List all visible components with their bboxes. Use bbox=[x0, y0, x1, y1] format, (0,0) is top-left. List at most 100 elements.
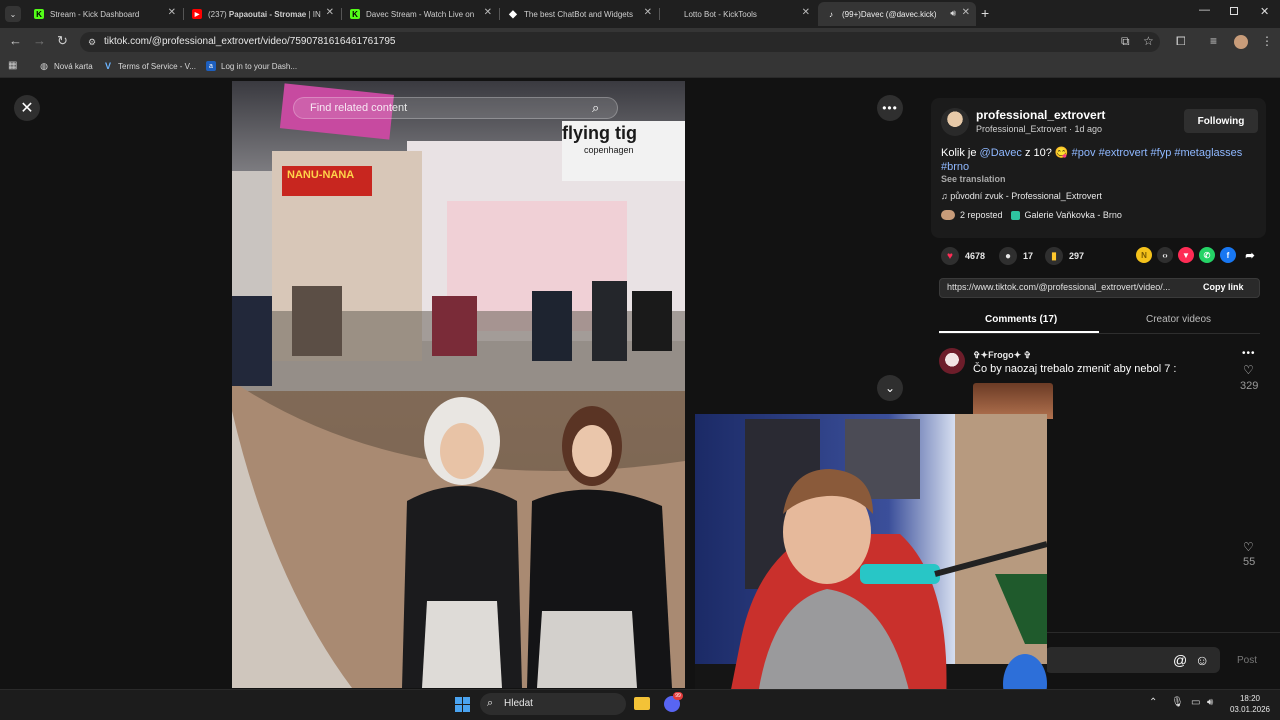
reading-list-icon[interactable]: ≡ bbox=[1210, 34, 1217, 48]
install-app-icon[interactable]: ⧉ bbox=[1121, 34, 1130, 48]
close-icon[interactable]: ✕ bbox=[644, 8, 652, 18]
coin-icon[interactable]: N bbox=[1136, 247, 1152, 263]
close-icon[interactable]: ✕ bbox=[168, 8, 176, 18]
post-comment-button[interactable]: Post bbox=[1237, 655, 1257, 666]
close-icon[interactable]: ✕ bbox=[484, 8, 492, 18]
tab-creator-videos[interactable]: Creator videos bbox=[1146, 314, 1211, 325]
webcam-frame bbox=[695, 414, 1047, 720]
comment-stat[interactable]: ● 17 bbox=[999, 247, 1033, 265]
heart-outline-icon[interactable]: ♡ bbox=[1243, 540, 1254, 554]
copy-link-button[interactable]: Copy link bbox=[1203, 282, 1244, 292]
comment-input[interactable] bbox=[1045, 647, 1220, 673]
share-link-text[interactable]: https://www.tiktok.com/@professional_ext… bbox=[947, 282, 1193, 292]
extensions-icon[interactable]: ⧠ bbox=[1176, 34, 1186, 48]
file-explorer-icon[interactable] bbox=[634, 697, 650, 710]
new-tab-button[interactable]: + bbox=[981, 5, 989, 21]
reposted-count[interactable]: 2 reposted bbox=[960, 210, 1003, 220]
following-button[interactable]: Following bbox=[1184, 109, 1258, 133]
apps-icon[interactable]: ▦ bbox=[8, 60, 17, 71]
chevron-up-icon[interactable]: ⌃ bbox=[1149, 697, 1157, 708]
kick-icon: K bbox=[34, 9, 44, 19]
comment-avatar[interactable] bbox=[939, 348, 965, 374]
bookmark-icon: ▮ bbox=[1045, 247, 1063, 265]
bookmark-label: Terms of Service - V... bbox=[118, 61, 196, 71]
tab-tiktok-active[interactable]: ♪ (99+)Davec (@davec.kick) | 🔊︎ ✕ bbox=[818, 2, 976, 26]
save-count: 297 bbox=[1069, 251, 1085, 261]
network-icon[interactable]: ▭ bbox=[1191, 697, 1200, 708]
bookmark-terms[interactable]: V Terms of Service - V... bbox=[103, 61, 196, 71]
sound-link[interactable]: ♫ původní zvuk - Professional_Extrovert bbox=[941, 191, 1102, 201]
system-clock[interactable]: 18:20 03.01.2026 bbox=[1228, 693, 1272, 715]
restore-button[interactable] bbox=[1230, 7, 1238, 15]
tab-davec-stream[interactable]: K Davec Stream - Watch Live on ✕ bbox=[342, 2, 498, 26]
comment-count: 17 bbox=[1023, 251, 1034, 261]
taskbar-search-label: Hledat bbox=[504, 698, 533, 709]
like-count: 4678 bbox=[965, 251, 986, 261]
tiktok-icon: ♪ bbox=[829, 9, 833, 19]
comment-text: Čo by naozaj trebalo zmeniť aby nebol 7 … bbox=[973, 363, 1177, 375]
search-icon[interactable]: ⌕ bbox=[592, 100, 599, 116]
tab-chatbot[interactable]: ◆ The best ChatBot and Widgets ✕ bbox=[500, 2, 658, 26]
facebook-icon[interactable]: f bbox=[1220, 247, 1236, 263]
tab-title: Lotto Bot - KickTools bbox=[684, 9, 757, 19]
tab-title-count: (237) bbox=[208, 9, 229, 19]
tab-lotto-bot[interactable]: Lotto Bot - KickTools ✕ bbox=[660, 2, 816, 26]
save-stat[interactable]: ▮ 297 bbox=[1045, 247, 1084, 265]
tab-title: Stream - Kick Dashboard bbox=[50, 9, 140, 19]
webcam-overlay bbox=[695, 414, 1047, 720]
comment-like-count: 55 bbox=[1243, 556, 1256, 568]
tab-comments[interactable]: Comments (17) bbox=[985, 314, 1057, 325]
close-window-button[interactable]: ✕ bbox=[1260, 5, 1269, 18]
store-sign-nanu-nana: NANU-NANA bbox=[287, 169, 355, 181]
caption-mention[interactable]: @Davec bbox=[980, 147, 1022, 159]
see-translation-link[interactable]: See translation bbox=[941, 174, 1006, 184]
embed-icon[interactable]: ‹› bbox=[1157, 247, 1173, 263]
repost-info: 2 reposted Galerie Vaňkovka - Brno bbox=[941, 210, 1122, 220]
speaker-icon[interactable]: 🔊︎ bbox=[950, 8, 956, 19]
minimize-button[interactable]: — bbox=[1199, 4, 1210, 16]
comment-more-icon[interactable]: ••• bbox=[1242, 348, 1256, 359]
volume-icon[interactable]: 🔊︎ bbox=[1207, 697, 1213, 708]
author-username[interactable]: professional_extrovert bbox=[976, 108, 1105, 122]
author-display-name: Professional_Extrovert · 1d ago bbox=[976, 124, 1103, 134]
related-search-placeholder: Find related content bbox=[310, 102, 408, 114]
emoji-icon[interactable]: ☺ bbox=[1195, 652, 1209, 668]
send-icon[interactable]: ▼ bbox=[1178, 247, 1194, 263]
close-icon[interactable]: ✕ bbox=[802, 8, 810, 18]
tab-kick-dashboard[interactable]: K Stream - Kick Dashboard ✕ bbox=[26, 2, 182, 26]
comment-author[interactable]: ✞✦Frogo✦ ✞ bbox=[973, 350, 1031, 361]
close-icon[interactable]: ✕ bbox=[962, 8, 970, 18]
share-arrow-icon[interactable]: ➦ bbox=[1242, 247, 1258, 263]
chevron-down-icon: ⌄ bbox=[884, 381, 896, 395]
video-player[interactable]: NANU-NANA flying tig copenhagen bbox=[232, 81, 685, 688]
profile-avatar[interactable] bbox=[1234, 35, 1248, 49]
heart-outline-icon[interactable]: ♡ bbox=[1243, 363, 1254, 377]
bookmark-star-icon[interactable]: ☆ bbox=[1143, 34, 1154, 48]
more-options-button[interactable]: ••• bbox=[877, 95, 903, 121]
whatsapp-icon[interactable]: ✆ bbox=[1199, 247, 1215, 263]
globe-icon: ◍ bbox=[40, 60, 48, 71]
tab-search-button[interactable]: ⌄ bbox=[5, 6, 21, 22]
close-icon[interactable]: ✕ bbox=[326, 8, 334, 18]
author-avatar[interactable] bbox=[941, 108, 969, 136]
menu-icon[interactable]: ⋮ bbox=[1261, 34, 1273, 48]
like-stat[interactable]: ♥ 4678 bbox=[941, 247, 985, 265]
location-label[interactable]: Galerie Vaňkovka - Brno bbox=[1025, 210, 1122, 220]
url-text[interactable]: tiktok.com/@professional_extrovert/video… bbox=[104, 36, 395, 47]
reload-icon[interactable]: ↻ bbox=[57, 34, 68, 48]
close-video-button[interactable]: ✕ bbox=[14, 95, 40, 121]
forward-icon[interactable]: → bbox=[33, 34, 46, 48]
bookmark-login[interactable]: a Log in to your Dash... bbox=[206, 61, 297, 71]
blank-icon bbox=[668, 9, 678, 19]
back-icon[interactable]: ← bbox=[9, 34, 22, 48]
windows-start-icon[interactable] bbox=[455, 697, 470, 712]
mention-icon[interactable]: @ bbox=[1173, 652, 1187, 668]
bookmark-new-tab[interactable]: ◍ Nová karta bbox=[39, 61, 93, 71]
next-video-button[interactable]: ⌄ bbox=[877, 375, 903, 401]
tab-youtube[interactable]: ▶ (237) Papaoutai - Stromae | IN ✕ bbox=[184, 2, 340, 26]
microphone-icon[interactable]: 🎙︎ bbox=[1171, 697, 1184, 708]
taskbar-search[interactable] bbox=[480, 693, 626, 715]
v-icon: V bbox=[104, 61, 111, 71]
site-info-icon[interactable]: ⚙ bbox=[88, 37, 96, 48]
more-icon: ••• bbox=[882, 101, 898, 115]
